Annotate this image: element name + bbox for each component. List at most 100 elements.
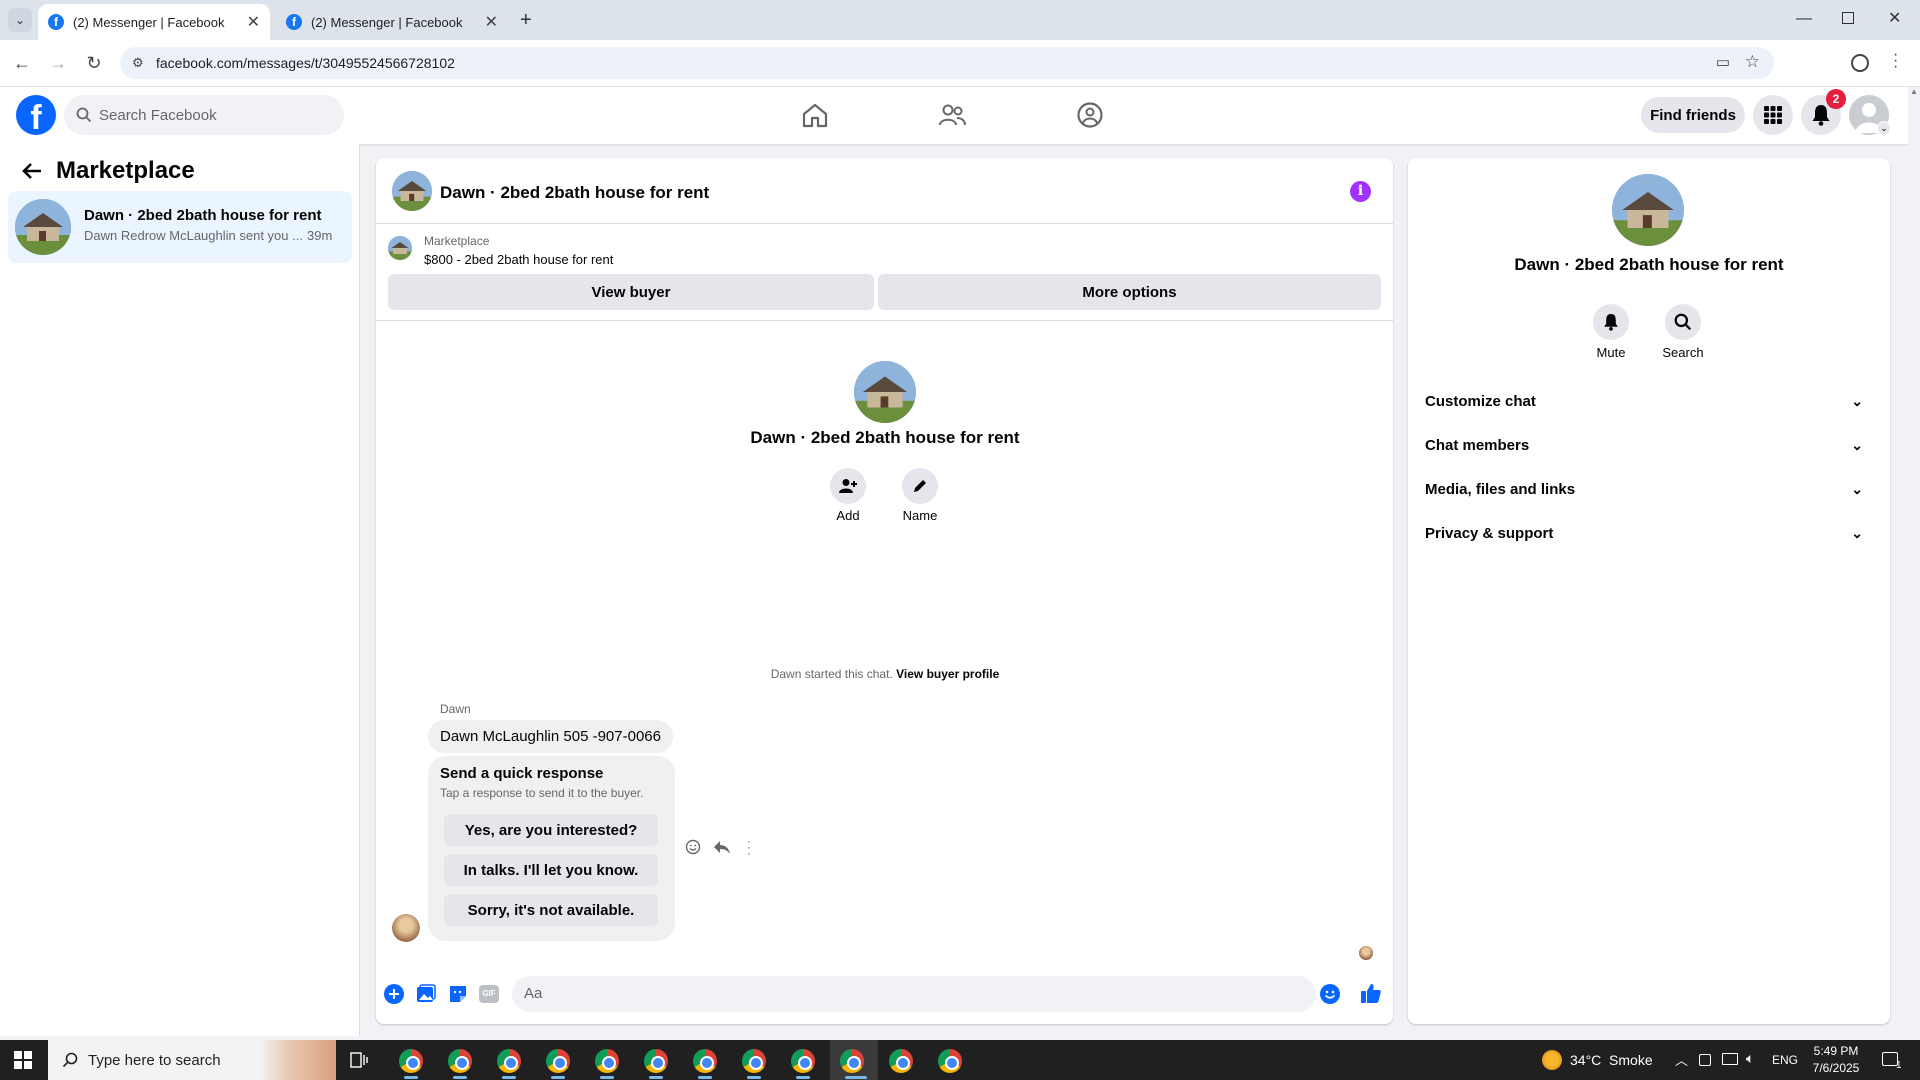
taskbar-search-input[interactable]: Type here to search (48, 1040, 336, 1080)
language-indicator[interactable]: ENG (1772, 1053, 1798, 1067)
mute-button[interactable] (1593, 304, 1629, 340)
reload-icon[interactable]: ↻ (84, 53, 104, 73)
quick-response-in-talks[interactable]: In talks. I'll let you know. (444, 854, 658, 886)
clock-time[interactable]: 5:49 PM (1806, 1044, 1866, 1058)
network-icon[interactable] (1722, 1053, 1738, 1065)
windows-start-icon[interactable] (14, 1051, 32, 1069)
forward-icon[interactable]: → (48, 53, 68, 73)
facebook-logo[interactable]: f (16, 95, 56, 135)
find-friends-button[interactable]: Find friends (1641, 97, 1745, 133)
gif-icon[interactable]: GIF (479, 985, 499, 1003)
tab-list-dropdown[interactable]: ⌄ (8, 8, 32, 32)
chrome-taskbar-icon[interactable] (399, 1049, 423, 1073)
quick-response-not-available[interactable]: Sorry, it's not available. (444, 894, 658, 926)
react-emoji-icon[interactable] (685, 839, 701, 855)
chrome-taskbar-icon[interactable] (791, 1049, 815, 1073)
browser-tab-2[interactable]: f (2) Messenger | Facebook ✕ (276, 4, 508, 40)
menu-button[interactable] (1753, 95, 1793, 135)
sender-avatar[interactable] (392, 914, 420, 942)
chrome-taskbar-icon[interactable] (742, 1049, 766, 1073)
search-icon (76, 107, 92, 123)
volume-icon[interactable]: 🔈︎ (1746, 1050, 1754, 1067)
chrome-taskbar-icon[interactable] (889, 1049, 913, 1073)
install-app-icon[interactable]: ▭ (1716, 53, 1730, 71)
menu-grid-icon (1764, 106, 1782, 124)
friends-icon[interactable] (938, 102, 966, 128)
scroll-up-arrow-icon[interactable]: ▲ (1908, 87, 1920, 96)
privacy-support-section[interactable]: Privacy & support ⌄ (1425, 513, 1875, 553)
close-tab-icon[interactable]: ✕ (247, 12, 260, 32)
like-icon[interactable] (1360, 982, 1382, 1004)
reply-icon[interactable] (713, 839, 731, 855)
chat-members-section[interactable]: Chat members ⌄ (1425, 425, 1875, 465)
profile-icon[interactable] (1851, 54, 1869, 72)
conversation-item[interactable]: Dawn · 2bed 2bath house for rent Dawn Re… (8, 191, 352, 263)
section-label: Privacy & support (1425, 524, 1554, 542)
listing-description[interactable]: $800 - 2bed 2bath house for rent (424, 252, 613, 267)
page-scrollbar[interactable]: ▲ (1908, 87, 1920, 1040)
bookmark-star-icon[interactable]: ☆ (1745, 52, 1760, 72)
chrome-taskbar-icon[interactable] (693, 1049, 717, 1073)
home-icon[interactable] (801, 102, 829, 128)
name-chat-button[interactable] (902, 468, 938, 504)
running-indicator (551, 1076, 565, 1079)
photo-icon[interactable] (416, 984, 436, 1004)
minimize-button[interactable]: — (1796, 10, 1812, 30)
facebook-favicon-icon: f (48, 14, 64, 30)
listing-thumbnail[interactable] (388, 236, 412, 260)
section-label: Chat members (1425, 436, 1530, 454)
site-info-icon[interactable]: ⚙ (132, 55, 144, 71)
back-icon[interactable]: ← (12, 53, 32, 73)
search-in-chat-button[interactable] (1665, 304, 1701, 340)
message-bubble[interactable]: Dawn McLaughlin 505 -907-0066 (428, 720, 673, 753)
account-chevron-icon[interactable]: ⌄ (1877, 121, 1891, 135)
info-icon[interactable]: i (1350, 181, 1371, 202)
chat-title[interactable]: Dawn · 2bed 2bath house for rent (440, 183, 709, 203)
search-highlight-image (260, 1040, 336, 1080)
close-window-button[interactable]: ✕ (1888, 8, 1904, 28)
chrome-taskbar-icon[interactable] (595, 1049, 619, 1073)
close-tab-icon[interactable]: ✕ (485, 12, 498, 32)
running-indicator (747, 1076, 761, 1079)
chrome-taskbar-icon[interactable] (448, 1049, 472, 1073)
view-buyer-button[interactable]: View buyer (388, 274, 874, 310)
task-view-icon[interactable] (350, 1052, 368, 1068)
chrome-taskbar-icon[interactable] (546, 1049, 570, 1073)
restore-button[interactable] (1842, 12, 1854, 24)
emoji-icon[interactable] (1320, 984, 1340, 1004)
groups-icon[interactable] (1076, 101, 1104, 129)
view-buyer-profile-link[interactable]: View buyer profile (896, 667, 999, 681)
sticker-icon[interactable] (448, 984, 468, 1004)
running-indicator (404, 1076, 418, 1079)
chrome-taskbar-icon[interactable] (644, 1049, 668, 1073)
new-tab-button[interactable]: + (520, 8, 540, 32)
chrome-taskbar-icon[interactable] (497, 1049, 521, 1073)
add-person-button[interactable] (830, 468, 866, 504)
quick-response-yes[interactable]: Yes, are you interested? (444, 814, 658, 846)
browser-tab-1[interactable]: f (2) Messenger | Facebook ✕ (38, 4, 270, 40)
search-input[interactable]: Search Facebook (64, 95, 344, 135)
weather-icon[interactable] (1542, 1050, 1562, 1070)
conversation-avatar (15, 199, 71, 255)
browser-menu-icon[interactable]: · · · (1893, 47, 1898, 75)
more-actions-icon[interactable]: · · · (745, 835, 753, 859)
bell-icon (1812, 105, 1830, 126)
section-label: Media, files and links (1425, 480, 1576, 498)
more-options-button[interactable]: More options (878, 274, 1381, 310)
plus-icon[interactable] (384, 984, 404, 1004)
tray-chevron-up-icon[interactable]: ︿ (1675, 1050, 1688, 1069)
media-files-links-section[interactable]: Media, files and links ⌄ (1425, 469, 1875, 509)
weather-text[interactable]: 34°C Smoke (1570, 1052, 1653, 1068)
sender-name: Dawn (440, 702, 471, 716)
clock-date[interactable]: 7/6/2025 (1806, 1061, 1866, 1075)
back-arrow-icon[interactable] (22, 162, 42, 180)
running-indicator (600, 1076, 614, 1079)
chrome-taskbar-icon[interactable] (938, 1049, 962, 1073)
section-label: Customize chat (1425, 392, 1536, 410)
address-bar[interactable]: ⚙ facebook.com/messages/t/30495524566728… (120, 47, 1774, 79)
chat-header-avatar[interactable] (392, 171, 432, 211)
customize-chat-section[interactable]: Customize chat ⌄ (1425, 381, 1875, 421)
tray-meet-icon[interactable] (1699, 1054, 1711, 1066)
chrome-taskbar-icon[interactable] (840, 1049, 864, 1073)
message-input[interactable]: Aa (512, 976, 1316, 1012)
